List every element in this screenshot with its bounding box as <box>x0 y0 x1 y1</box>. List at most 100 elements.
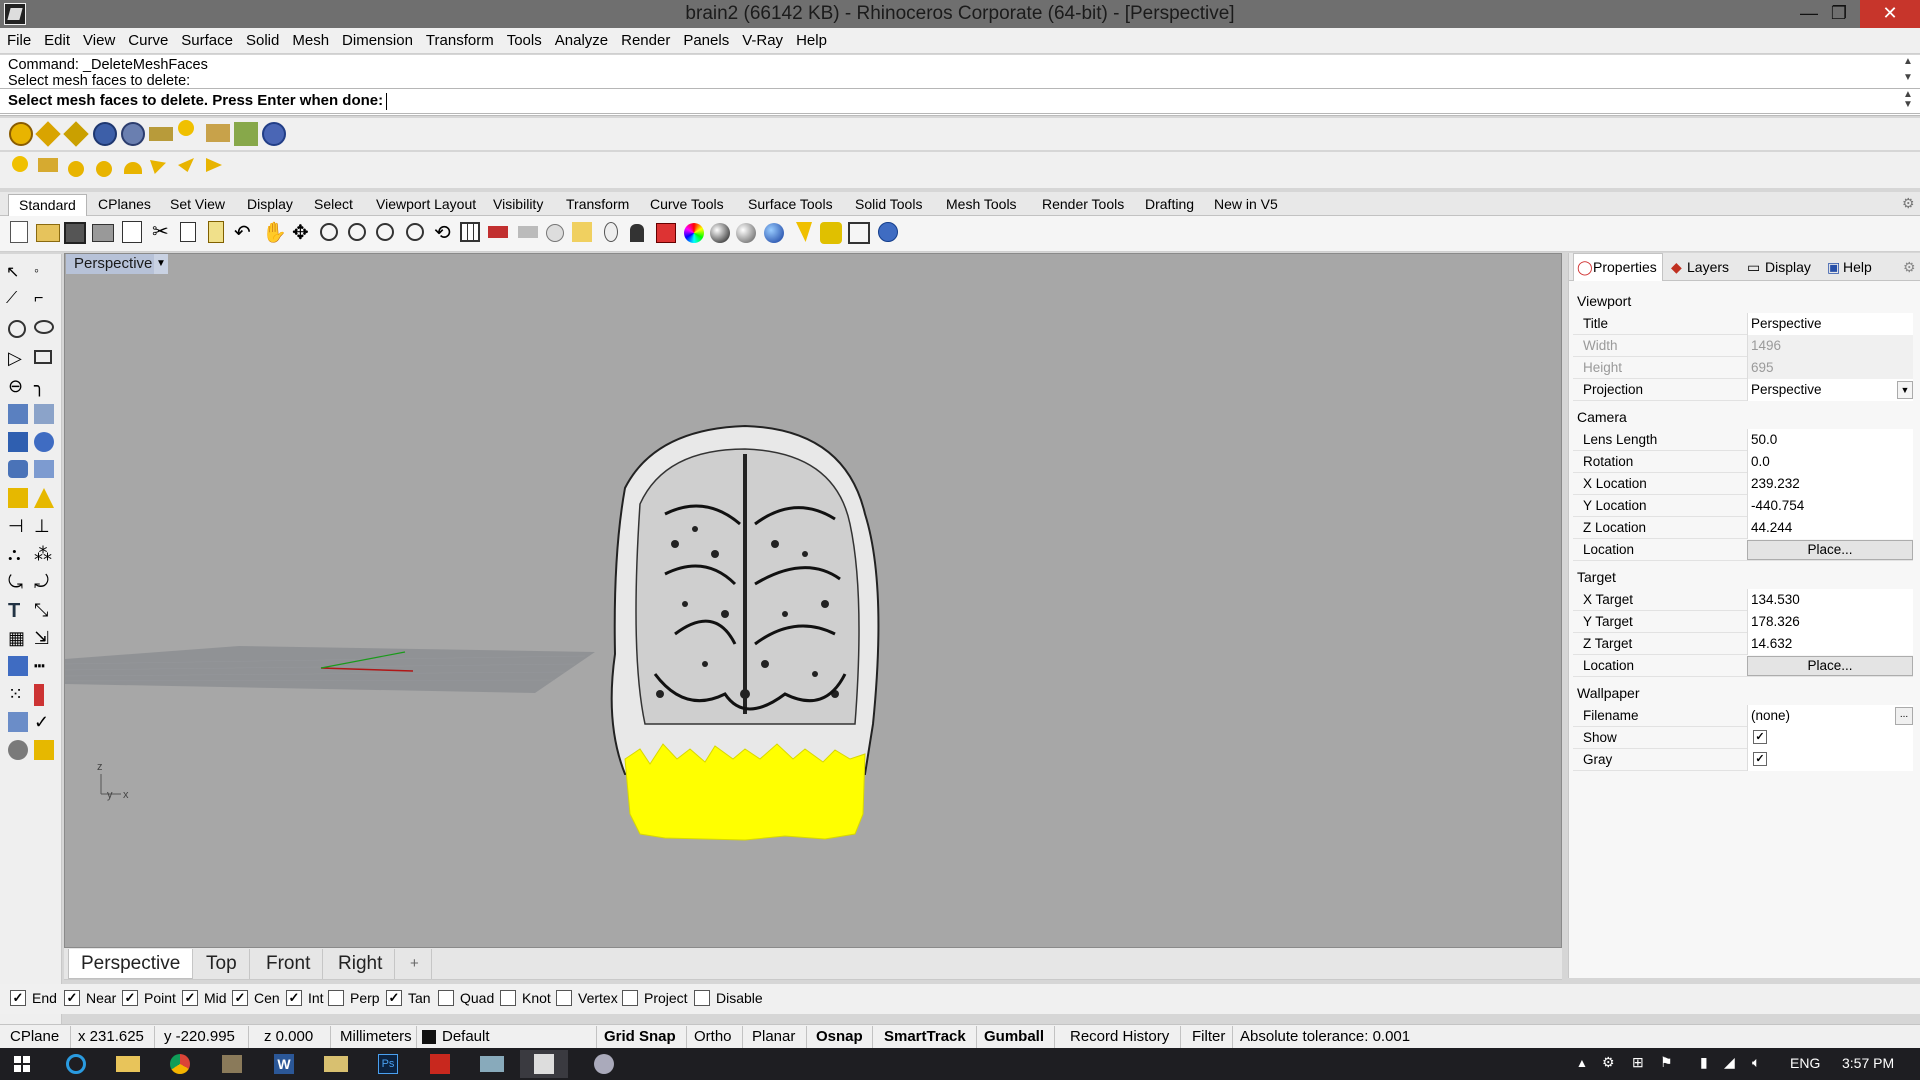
tab-visibility[interactable]: Visibility <box>493 196 543 212</box>
vray-dome-light-icon[interactable] <box>124 162 142 174</box>
lock-icon[interactable] <box>630 224 644 242</box>
paste-icon[interactable] <box>208 221 224 243</box>
tab-cplanes[interactable]: CPlanes <box>98 196 151 212</box>
wifi-icon[interactable]: ◢ <box>1724 1054 1735 1071</box>
boolean-icon[interactable] <box>34 432 54 452</box>
viewport-layout-icon[interactable] <box>460 222 480 242</box>
mesh-icon[interactable] <box>34 460 54 478</box>
group-icon[interactable]: ⛬ <box>8 544 32 568</box>
image-viewer-icon[interactable] <box>468 1050 516 1078</box>
text-icon[interactable]: T <box>8 600 32 624</box>
zoom-selected-icon[interactable] <box>406 223 424 241</box>
menu-render[interactable]: Render <box>614 28 676 49</box>
vray-sphere-light-icon[interactable] <box>68 161 84 177</box>
points-icon[interactable] <box>572 222 592 242</box>
color-wheel-icon[interactable] <box>684 223 704 243</box>
tab-display[interactable]: Display <box>247 196 293 212</box>
osnap-vertex-checkbox[interactable] <box>556 990 572 1006</box>
vray-light-icon[interactable] <box>206 124 230 142</box>
dimension-tool-icon[interactable]: ⊣ <box>8 516 32 540</box>
menu-surface[interactable]: Surface <box>174 28 239 49</box>
grid-points-icon[interactable]: ⁙ <box>8 684 32 708</box>
tab-solid-tools[interactable]: Solid Tools <box>855 196 922 212</box>
lens-length-field[interactable]: 50.0 <box>1751 432 1777 447</box>
cplane-indicator[interactable]: CPlane <box>10 1028 59 1048</box>
chevron-down-icon[interactable]: ▼ <box>1897 381 1913 399</box>
print-icon[interactable] <box>92 224 114 242</box>
command-line[interactable]: Select mesh faces to delete. Press Enter… <box>0 88 1920 114</box>
menu-analyze[interactable]: Analyze <box>548 28 614 49</box>
close-button[interactable]: ✕ <box>1860 0 1920 28</box>
osnap-knot-checkbox[interactable] <box>500 990 516 1006</box>
fillet-curve-icon[interactable]: ╮ <box>34 376 58 400</box>
tray-flag-icon[interactable]: ⚑ <box>1660 1054 1673 1071</box>
grid-snap-toggle[interactable]: Grid Snap <box>604 1028 676 1048</box>
rectangle-icon[interactable] <box>34 350 52 364</box>
brain-mesh[interactable] <box>610 424 880 775</box>
light-bulb-icon[interactable] <box>604 222 618 242</box>
language-indicator[interactable]: ENG <box>1790 1055 1820 1071</box>
ruler-icon[interactable]: ┅ <box>34 656 58 680</box>
scale-icon[interactable]: ⤡ <box>34 600 58 624</box>
viewport-tab-top[interactable]: Top <box>194 949 250 979</box>
viewport-tab-front[interactable]: Front <box>254 949 324 979</box>
x-target-field[interactable]: 134.530 <box>1751 592 1800 607</box>
acrobat-icon[interactable] <box>416 1050 464 1078</box>
options-gear-icon[interactable] <box>820 222 842 244</box>
vray-omni-light-icon[interactable] <box>96 161 112 177</box>
undo-icon[interactable]: ↶ <box>234 222 258 246</box>
target-place-button[interactable]: Place... <box>1747 656 1913 676</box>
menu-file[interactable]: File <box>0 28 37 49</box>
tray-overflow-icon[interactable]: ▲ <box>1576 1056 1588 1070</box>
gray-wallpaper-checkbox[interactable]: ✓ <box>1753 752 1767 766</box>
orient-icon[interactable]: ⇲ <box>34 628 58 652</box>
car-icon[interactable] <box>488 226 508 238</box>
scroll-up-icon[interactable]: ▲ <box>1902 56 1914 67</box>
menu-edit[interactable]: Edit <box>37 28 76 49</box>
check-icon[interactable]: ✓ <box>34 712 58 736</box>
move-icon[interactable]: ✥ <box>292 222 316 246</box>
vray-tag-icon[interactable] <box>35 121 61 147</box>
ellipse-icon[interactable] <box>34 320 54 334</box>
filter-toggle[interactable]: Filter <box>1192 1028 1225 1048</box>
render-icon[interactable] <box>93 122 117 146</box>
osnap-int-checkbox[interactable]: ✓ <box>286 990 302 1006</box>
clock[interactable]: 3:57 PM <box>1842 1055 1894 1071</box>
record-history-toggle[interactable]: Record History <box>1070 1028 1169 1048</box>
array-icon[interactable]: ▦ <box>8 628 32 652</box>
sun-icon[interactable] <box>178 120 194 136</box>
spin-arrows-icon[interactable]: ▲ ▼ <box>1902 90 1914 110</box>
osnap-cen-checkbox[interactable]: ✓ <box>232 990 248 1006</box>
osnap-tan-checkbox[interactable]: ✓ <box>386 990 402 1006</box>
y-location-field[interactable]: -440.754 <box>1751 498 1804 513</box>
cage-edit-icon[interactable] <box>8 740 28 760</box>
menu-transform[interactable]: Transform <box>419 28 500 49</box>
blend-icon[interactable]: ⤾ <box>34 572 58 596</box>
camera-place-button[interactable]: Place... <box>1747 540 1913 560</box>
shaded-sphere-icon[interactable] <box>710 223 730 243</box>
volume-icon[interactable]: 🔈︎ <box>1752 1054 1760 1071</box>
osnap-disable-checkbox[interactable] <box>694 990 710 1006</box>
tab-render-tools[interactable]: Render Tools <box>1042 196 1124 212</box>
tab-select[interactable]: Select <box>314 196 353 212</box>
copy-icon[interactable] <box>180 222 196 242</box>
dimension-icon[interactable] <box>848 222 870 244</box>
vray-frame-buffer-icon[interactable] <box>149 127 173 141</box>
projection-dropdown[interactable]: Perspective <box>1751 382 1822 397</box>
rhino-taskbar-icon[interactable] <box>208 1050 256 1078</box>
selected-mesh-faces[interactable] <box>624 743 866 841</box>
tab-properties[interactable]: Properties <box>1593 259 1657 275</box>
zoom-extents-icon[interactable] <box>376 223 394 241</box>
file-explorer-icon[interactable] <box>104 1050 152 1078</box>
tab-drafting[interactable]: Drafting <box>1145 196 1194 212</box>
arc-icon[interactable]: ⊖ <box>8 376 32 400</box>
tab-transform[interactable]: Transform <box>566 196 629 212</box>
polyline-icon[interactable]: ⟋ <box>6 290 30 314</box>
x-location-field[interactable]: 239.232 <box>1751 476 1800 491</box>
menu-tools[interactable]: Tools <box>500 28 548 49</box>
light-icon[interactable] <box>8 488 28 508</box>
gumball-toggle[interactable]: Gumball <box>984 1028 1044 1048</box>
cut-icon[interactable]: ✂ <box>152 222 169 242</box>
vray-sun-icon[interactable] <box>12 156 28 172</box>
open-file-icon[interactable] <box>36 224 60 242</box>
